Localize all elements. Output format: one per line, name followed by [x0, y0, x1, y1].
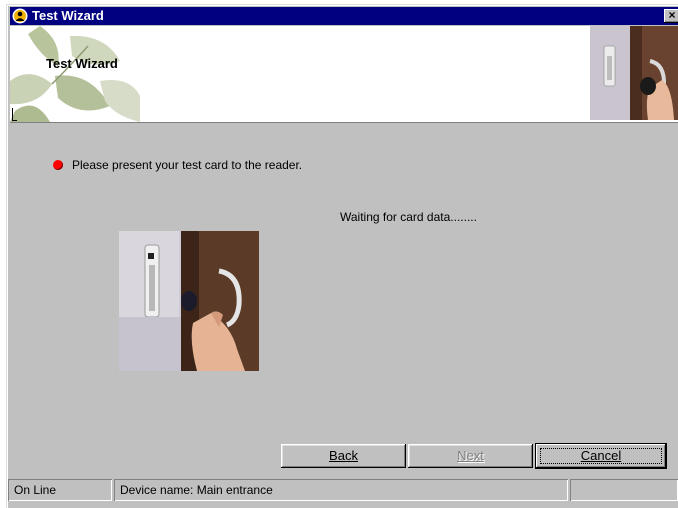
- instruction-text: Please present your test card to the rea…: [72, 158, 303, 172]
- next-button-label: Next: [457, 448, 484, 463]
- status-indicator-icon: [53, 160, 63, 170]
- back-button[interactable]: Back: [281, 444, 406, 468]
- status-pane-empty: [570, 479, 678, 501]
- connection-status: On Line: [8, 479, 112, 501]
- close-icon: ×: [668, 8, 676, 22]
- status-bar: On Line Device name: Main entrance: [6, 477, 678, 503]
- cancel-button-label: Cancel: [580, 448, 622, 463]
- wizard-window: Test Wizard × Test Wizard Please present…: [6, 4, 678, 508]
- next-button[interactable]: Next: [408, 444, 533, 468]
- close-button[interactable]: ×: [664, 9, 678, 23]
- banner-corner-mark: [12, 108, 17, 121]
- wizard-header-banner: Test Wizard: [10, 26, 678, 123]
- leaf-decoration-icon: [10, 26, 140, 122]
- waiting-status-text: Waiting for card data........: [340, 210, 477, 224]
- banner-title: Test Wizard: [46, 56, 118, 71]
- cancel-focus-rect: Cancel: [540, 448, 662, 464]
- card-reader-photo: [119, 231, 259, 371]
- wizard-app-icon: [12, 8, 28, 24]
- window-title: Test Wizard: [32, 8, 104, 23]
- cancel-button[interactable]: Cancel: [536, 444, 666, 468]
- card-reader-photo-small: [590, 26, 678, 120]
- back-button-label: Back: [329, 448, 358, 463]
- device-name-status: Device name: Main entrance: [114, 479, 568, 501]
- title-bar[interactable]: Test Wizard ×: [10, 7, 678, 25]
